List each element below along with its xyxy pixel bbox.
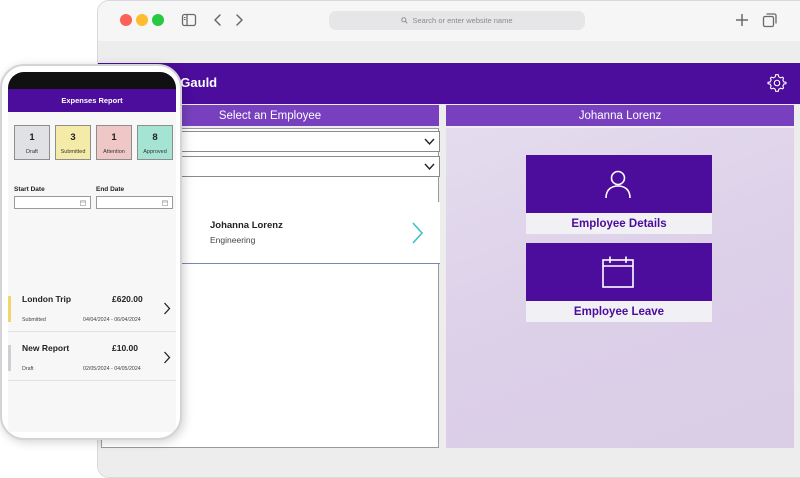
- minimize-window-button[interactable]: [136, 14, 148, 26]
- end-date-label: End Date: [96, 186, 125, 193]
- phone-app-title: Expenses Report: [8, 89, 176, 112]
- start-date-label: Start Date: [14, 186, 45, 193]
- search-icon: [401, 17, 409, 24]
- count-value: 8: [152, 132, 158, 143]
- draft-count-card[interactable]: 1 Draft: [14, 125, 50, 160]
- new-tab-icon[interactable]: [734, 12, 750, 28]
- attention-count-card[interactable]: 1 Attention: [96, 125, 132, 160]
- phone-mockup: Expenses Report 1 Draft 3 Submitted 1 At…: [0, 64, 182, 440]
- sidebar-icon[interactable]: [181, 12, 197, 28]
- back-icon[interactable]: [210, 12, 226, 28]
- person-icon: [605, 170, 631, 199]
- gear-icon[interactable]: [767, 73, 787, 93]
- count-value: 1: [29, 132, 35, 143]
- report-dates: 04/04/2024 - 06/04/2024: [83, 317, 141, 323]
- calendar-icon: [80, 200, 86, 206]
- report-dates: 02/05/2024 - 04/05/2024: [83, 366, 141, 372]
- forward-icon[interactable]: [231, 12, 247, 28]
- browser-window: Search or enter website name ir Gauld Se…: [97, 0, 800, 478]
- chevron-down-icon: [424, 163, 435, 171]
- tile-icon-area: [526, 243, 712, 301]
- count-value: 1: [111, 132, 117, 143]
- report-title: London Trip: [22, 294, 72, 304]
- start-date-picker[interactable]: [14, 196, 91, 209]
- selected-employee-title: Johanna Lorenz: [446, 105, 794, 126]
- approved-count-card[interactable]: 8 Approved: [137, 125, 173, 160]
- expense-report-item[interactable]: London Trip £620.00 Submitted 04/04/2024…: [8, 286, 176, 332]
- tile-label: Employee Leave: [573, 306, 665, 318]
- browser-toolbar: Search or enter website name: [98, 1, 800, 41]
- detail-panel-body: Employee Details Employee Leave: [446, 128, 794, 448]
- app-canvas: ir Gauld Select an Employee Johanna Lore…: [98, 41, 800, 477]
- phone-screen: 1 Draft 3 Submitted 1 Attention 8 Approv…: [8, 112, 176, 432]
- address-bar-placeholder: Search or enter website name: [412, 16, 513, 25]
- address-bar[interactable]: Search or enter website name: [329, 11, 585, 30]
- maximize-window-button[interactable]: [152, 14, 164, 26]
- employee-department: Engineering: [210, 235, 256, 245]
- close-window-button[interactable]: [120, 14, 132, 26]
- phone-notch-area: [8, 72, 176, 90]
- count-label: Approved: [143, 149, 167, 155]
- end-date-picker[interactable]: [96, 196, 173, 209]
- calendar-icon: [602, 256, 634, 288]
- status-accent-bar: [8, 345, 11, 371]
- chevron-right-icon[interactable]: [163, 351, 171, 364]
- chevron-right-icon[interactable]: [163, 302, 171, 315]
- report-amount: £620.00: [112, 294, 143, 304]
- tile-icon-area: [526, 155, 712, 213]
- report-status: Draft: [22, 366, 34, 372]
- app-header: ir Gauld: [98, 63, 800, 104]
- employee-name: Johanna Lorenz: [210, 220, 283, 231]
- employee-details-tile[interactable]: Employee Details: [526, 155, 712, 234]
- calendar-icon: [162, 200, 168, 206]
- count-label: Draft: [26, 149, 38, 155]
- report-amount: £10.00: [112, 343, 138, 353]
- tabs-overview-icon[interactable]: [762, 12, 778, 28]
- report-title: New Report: [22, 343, 70, 353]
- status-accent-bar: [8, 296, 11, 322]
- submitted-count-card[interactable]: 3 Submitted: [55, 125, 91, 160]
- count-value: 3: [70, 132, 76, 143]
- chevron-right-icon[interactable]: [410, 221, 424, 245]
- report-status: Submitted: [22, 317, 46, 323]
- employee-detail-panel: Johanna Lorenz Employee Details Employee…: [446, 105, 794, 448]
- count-label: Attention: [103, 149, 125, 155]
- expense-report-item[interactable]: New Report £10.00 Draft 02/05/2024 - 04/…: [8, 335, 176, 381]
- screenshot: Search or enter website name ir Gauld Se…: [0, 0, 800, 478]
- count-label: Submitted: [60, 149, 86, 155]
- tile-label: Employee Details: [571, 218, 667, 230]
- employee-leave-tile[interactable]: Employee Leave: [526, 243, 712, 322]
- chevron-down-icon: [424, 138, 435, 146]
